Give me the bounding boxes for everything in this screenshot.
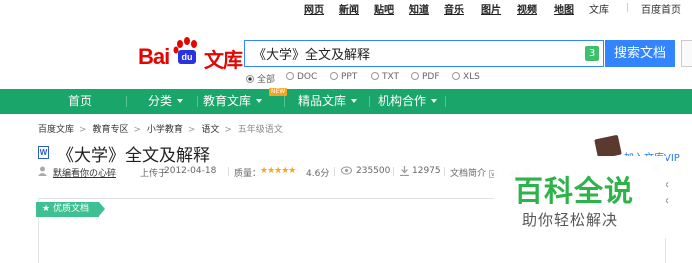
breadcrumb-item[interactable]: 教育专区	[92, 125, 128, 135]
word-doc-icon: W	[38, 146, 49, 159]
watermark-title: 百科全说	[514, 174, 635, 208]
watermark-subtitle: 助你轻松解决	[522, 211, 619, 229]
nav-link-home[interactable]: 百度首页	[641, 1, 681, 16]
uploader-link[interactable]: 默编看你の心碎	[53, 166, 116, 179]
main-menu: 首页 分类 教育文库 NEW 精品文库 机构合作	[0, 88, 692, 114]
logo-bai-text: Bai	[138, 44, 170, 69]
menu-education[interactable]: 教育文库 NEW	[203, 88, 288, 114]
radio-icon	[452, 72, 460, 80]
chevron-right-icon: >	[79, 125, 87, 135]
chevron-down-icon	[431, 99, 438, 103]
filetype-pdf[interactable]: PDF	[411, 72, 440, 82]
new-badge: NEW	[269, 88, 288, 96]
login-box-edge[interactable]	[681, 40, 692, 67]
nav-link-news[interactable]: 新闻	[339, 1, 359, 16]
meta-divider	[228, 167, 229, 176]
meta-divider	[393, 167, 394, 176]
radio-icon	[330, 72, 338, 80]
meta-divider	[444, 167, 445, 176]
nav-link-zhidao[interactable]: 知道	[409, 1, 429, 16]
chevron-down-icon	[256, 99, 263, 103]
menu-divider	[284, 96, 285, 107]
nav-link-images[interactable]: 图片	[481, 1, 501, 16]
rating-score: 4.6分	[306, 169, 330, 179]
view-count: 235500	[356, 166, 391, 176]
logo-du-badge: du	[178, 50, 196, 64]
menu-divider	[369, 96, 370, 107]
chevron-down-icon	[177, 99, 184, 103]
breadcrumb-item[interactable]: 百度文库	[38, 125, 74, 135]
watermark-overlay: 百科全说 助你轻松解决	[494, 156, 666, 238]
search-input[interactable]	[253, 46, 573, 61]
menu-home[interactable]: 首页	[68, 89, 92, 114]
menu-divider	[197, 96, 198, 107]
document-meta: 默编看你の心碎 上传于 2012-04-18 质量： ★★★★★ 4.6分 23…	[38, 166, 532, 179]
nav-link-wenku[interactable]: 文库	[589, 1, 609, 16]
radio-icon	[286, 72, 294, 80]
eye-icon	[341, 166, 352, 178]
filetype-txt[interactable]: TXT	[371, 72, 399, 82]
download-count: 12975	[412, 166, 441, 176]
uploaded-on-label: 上传于	[140, 169, 168, 179]
menu-divider	[445, 96, 446, 107]
filetype-all[interactable]: 全部	[246, 72, 275, 85]
meta-divider	[334, 167, 335, 176]
nav-divider	[627, 3, 628, 12]
menu-divider	[126, 96, 127, 107]
summary-toggle[interactable]: 文档简介 v	[450, 166, 497, 179]
filetype-doc[interactable]: DOC	[286, 72, 317, 82]
chevron-right-icon: >	[133, 125, 141, 135]
rating-stars: ★★★★★	[260, 166, 296, 176]
chevron-right-icon: >	[187, 125, 196, 135]
nav-link-map[interactable]: 地图	[554, 1, 574, 16]
upload-date: 2012-04-18	[164, 166, 217, 176]
menu-partners[interactable]: 机构合作	[378, 89, 438, 114]
nav-link-tieba[interactable]: 贴吧	[374, 1, 394, 16]
search-box[interactable]: 3	[244, 40, 604, 67]
top-nav: 网页 新闻 贴吧 知道 音乐 图片 视频 地图 文库 百度首页	[0, 0, 692, 16]
nav-link-video[interactable]: 视频	[517, 1, 537, 16]
chevron-down-icon	[351, 99, 358, 103]
radio-icon	[246, 75, 254, 83]
search-button[interactable]: 搜索文档	[605, 40, 675, 67]
baidu-wenku-logo[interactable]: Bai du 文库	[138, 34, 243, 72]
filetype-ppt[interactable]: PPT	[330, 72, 357, 82]
breadcrumb-current: 五年级语文	[237, 125, 283, 135]
quality-document-tag: ★ 优质文档	[36, 202, 105, 217]
nav-link-web[interactable]: 网页	[304, 1, 324, 16]
menu-categories[interactable]: 分类	[148, 89, 184, 114]
user-icon	[38, 166, 47, 179]
breadcrumb-item[interactable]: 语文	[201, 125, 219, 135]
menu-premium[interactable]: 精品文库	[298, 89, 358, 114]
quality-label: 质量：	[234, 169, 262, 179]
logo-wenku-text: 文库	[204, 48, 243, 72]
breadcrumb-item[interactable]: 小学教育	[147, 125, 183, 135]
chevron-right-icon: >	[224, 125, 232, 135]
radio-icon	[411, 72, 419, 80]
nav-link-music[interactable]: 音乐	[444, 1, 464, 16]
document-title: 《大学》全文及解释	[57, 146, 210, 166]
filetype-xls[interactable]: XLS	[452, 72, 480, 82]
search-count-badge: 3	[585, 46, 599, 61]
radio-icon	[371, 72, 379, 80]
download-icon	[400, 166, 409, 179]
breadcrumb: 百度文库 > 教育专区 > 小学教育 > 语文 > 五年级语文	[38, 122, 285, 135]
